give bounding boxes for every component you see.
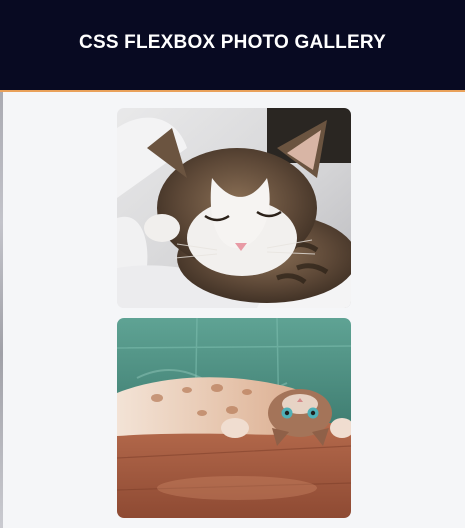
photo-gallery: [117, 108, 351, 518]
window-edge-strip: [0, 92, 3, 528]
upside-down-cat-image: [117, 318, 351, 518]
sleeping-cat-image: [117, 108, 351, 308]
gallery-photo-sleeping-cat[interactable]: [117, 108, 351, 308]
page: CSS FLEXBOX PHOTO GALLERY: [0, 0, 465, 528]
page-header: CSS FLEXBOX PHOTO GALLERY: [0, 0, 465, 92]
page-title: CSS FLEXBOX PHOTO GALLERY: [79, 32, 386, 53]
gallery-photo-playful-cat[interactable]: [117, 318, 351, 518]
